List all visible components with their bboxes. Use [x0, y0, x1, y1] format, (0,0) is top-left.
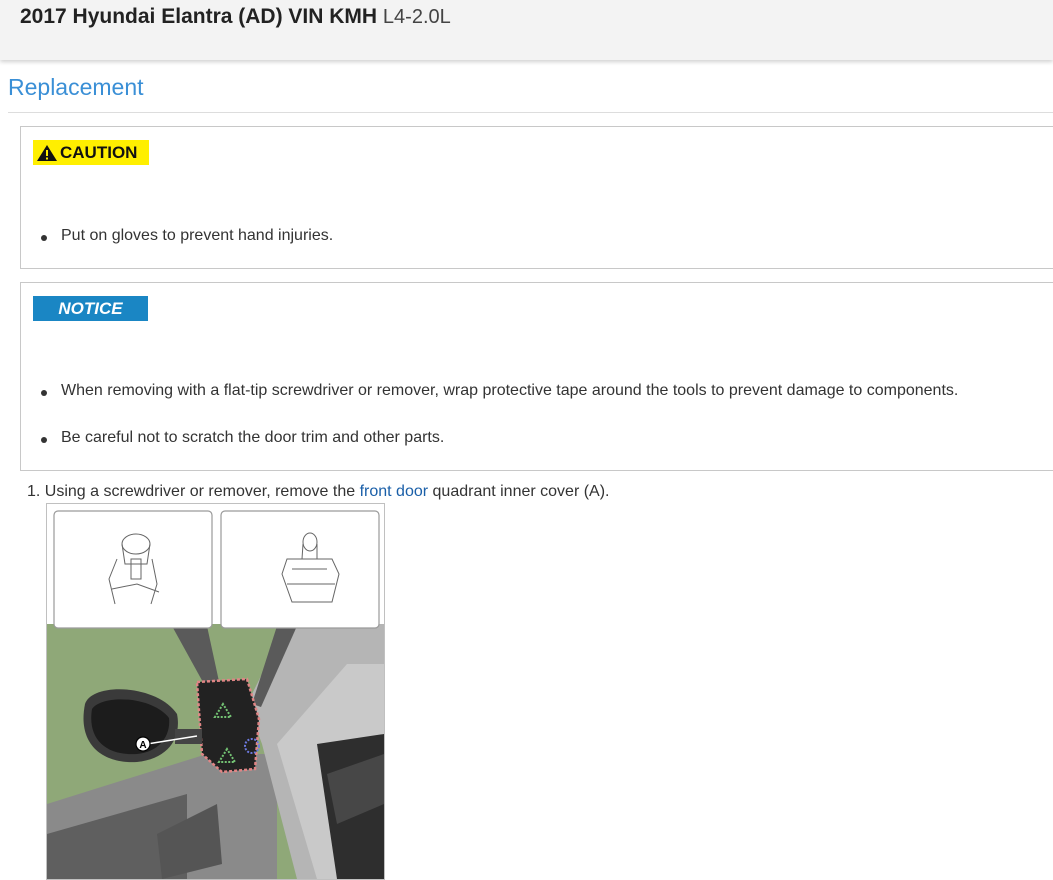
step-text-before: Using a screwdriver or remover, remove t… [44, 483, 356, 500]
bullet-dot [41, 390, 47, 396]
clip-detail-left [53, 510, 213, 629]
door-illustration: A [47, 510, 384, 879]
page-header: 2017 Hyundai Elantra (AD) VIN KMH L4-2.0… [0, 0, 1053, 60]
caution-box: CAUTION Put on gloves to prevent hand in… [20, 126, 1053, 269]
notice-box: NOTICE When removing with a flat-tip scr… [20, 282, 1053, 471]
vehicle-name: 2017 Hyundai Elantra (AD) VIN KMH [20, 5, 378, 28]
step-text-after: quadrant inner cover (A). [432, 483, 610, 500]
bullet-dot [41, 437, 47, 443]
warning-triangle-icon [37, 145, 57, 161]
front-door-link[interactable]: front door [360, 483, 428, 500]
step-number: 1. [27, 483, 41, 500]
notice-item-text: When removing with a flat-tip screwdrive… [61, 382, 959, 399]
caution-badge: CAUTION [33, 140, 149, 165]
notice-item-text: Be careful not to scratch the door trim … [61, 429, 445, 446]
section-divider [8, 112, 1053, 113]
vehicle-title: 2017 Hyundai Elantra (AD) VIN KMH L4-2.0… [20, 5, 451, 29]
section-title: Replacement [8, 74, 144, 100]
quadrant-cover-figure: A [46, 503, 385, 880]
step-1: 1. Using a screwdriver or remover, remov… [27, 483, 610, 501]
caution-label: CAUTION [60, 143, 138, 162]
callout-a-label: A [139, 740, 146, 751]
notice-badge: NOTICE [33, 296, 148, 321]
caution-item-text: Put on gloves to prevent hand injuries. [61, 227, 334, 244]
bullet-dot [41, 235, 47, 241]
engine-label: L4-2.0L [382, 6, 451, 28]
